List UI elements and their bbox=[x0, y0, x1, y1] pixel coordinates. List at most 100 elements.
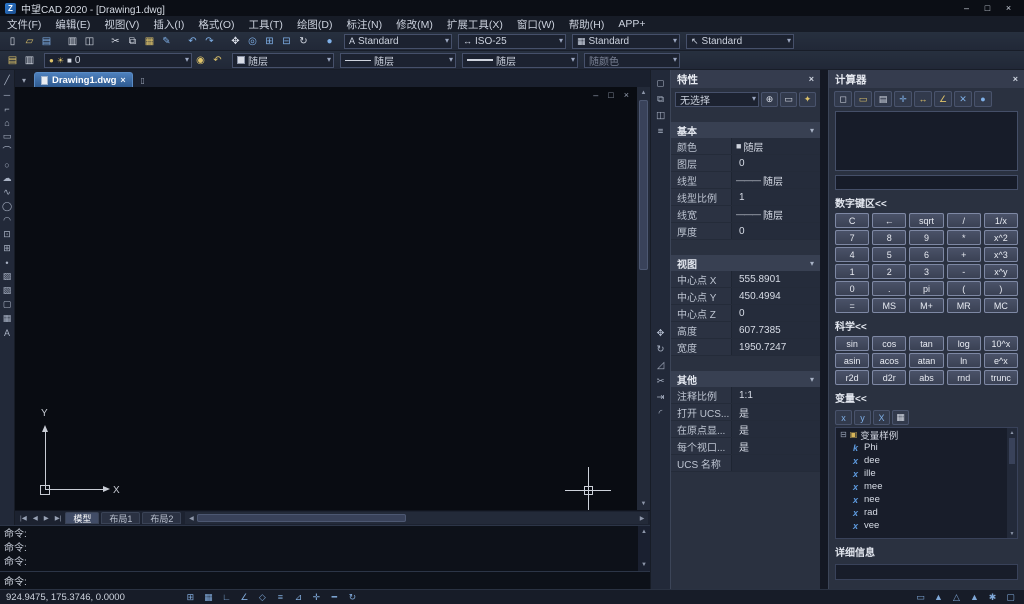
scroll-right-icon[interactable]: ▶ bbox=[636, 512, 648, 524]
calc-sci-key[interactable]: sin bbox=[835, 336, 870, 351]
vertical-scroll-thumb[interactable] bbox=[639, 100, 648, 270]
hatch-tool-icon[interactable]: ▨ bbox=[1, 270, 14, 283]
variable-item[interactable]: x rad bbox=[836, 506, 1017, 519]
layer-select[interactable]: ● ☀ ■ 0 bbox=[44, 52, 192, 68]
property-value[interactable]: ——— 随层 bbox=[731, 206, 820, 222]
calc-key[interactable]: 0 bbox=[835, 281, 870, 296]
new-variable-icon[interactable]: x bbox=[835, 410, 852, 425]
property-value[interactable]: ■ 随层 bbox=[731, 138, 820, 154]
menu-modify[interactable]: 修改(M) bbox=[389, 16, 440, 32]
variables-section-title[interactable]: 变量<< bbox=[829, 385, 1024, 408]
calc-sci-key[interactable]: ln bbox=[946, 353, 981, 368]
calc-key[interactable]: 1 bbox=[835, 264, 870, 279]
annotation-scale-icon[interactable]: ▲ bbox=[931, 591, 946, 603]
calc-key[interactable]: 3 bbox=[909, 264, 944, 279]
distance-icon[interactable]: ↔ bbox=[914, 91, 932, 107]
variable-item[interactable]: x dee bbox=[836, 454, 1017, 467]
extend-tool-icon[interactable]: ⇥ bbox=[653, 390, 668, 405]
variable-item[interactable]: x ille bbox=[836, 467, 1017, 480]
variables-scrollbar[interactable]: ▲ ▼ bbox=[1007, 428, 1017, 538]
calc-key[interactable]: ( bbox=[946, 281, 981, 296]
make-layer-current-icon[interactable]: ◉ bbox=[192, 53, 209, 68]
calc-key[interactable]: * bbox=[946, 230, 981, 245]
property-value[interactable]: 是 bbox=[731, 404, 820, 420]
color-select[interactable]: 随层 bbox=[232, 52, 334, 68]
calc-sci-key[interactable]: 10^x bbox=[983, 336, 1018, 351]
calc-key[interactable]: ) bbox=[983, 281, 1018, 296]
calc-help-icon[interactable]: ● bbox=[974, 91, 992, 107]
calc-key[interactable]: sqrt bbox=[909, 213, 944, 228]
workspace-icon[interactable]: ✱ bbox=[985, 591, 1000, 603]
section-header[interactable]: 视图 ▾ bbox=[671, 255, 820, 271]
calc-key[interactable]: x^3 bbox=[983, 247, 1018, 262]
variable-item[interactable]: x mee bbox=[836, 480, 1017, 493]
tab-model[interactable]: 模型 bbox=[65, 512, 100, 524]
property-value[interactable]: 450.4994 bbox=[731, 288, 820, 304]
scroll-up-icon[interactable]: ▲ bbox=[1007, 428, 1017, 437]
calc-key[interactable]: 9 bbox=[909, 230, 944, 245]
delete-variable-icon[interactable]: ▦ bbox=[892, 410, 909, 425]
section-header[interactable]: 基本 ▾ bbox=[671, 122, 820, 138]
polyline-tool-icon[interactable]: ⌐ bbox=[1, 102, 14, 115]
document-close-icon[interactable] bbox=[624, 90, 629, 100]
save-icon[interactable]: ▤ bbox=[38, 34, 55, 49]
scroll-down-icon[interactable]: ▼ bbox=[638, 559, 650, 571]
menu-file[interactable]: 文件(F) bbox=[0, 16, 48, 32]
menu-dimension[interactable]: 标注(N) bbox=[340, 16, 390, 32]
window-maximize-icon[interactable] bbox=[977, 2, 998, 15]
command-scrollbar[interactable]: ▲ ▼ bbox=[638, 526, 650, 571]
calc-key[interactable]: + bbox=[946, 247, 981, 262]
mtext-tool-icon[interactable]: A bbox=[1, 326, 14, 339]
rotate-tool-icon[interactable]: ↻ bbox=[653, 342, 668, 357]
help-icon[interactable]: ● bbox=[321, 34, 338, 49]
property-value[interactable]: 555.8901 bbox=[731, 271, 820, 287]
document-minimize-icon[interactable] bbox=[593, 90, 598, 100]
document-tab-close-icon[interactable] bbox=[120, 75, 125, 85]
calc-key[interactable]: pi bbox=[909, 281, 944, 296]
polygon-tool-icon[interactable]: ⌂ bbox=[1, 116, 14, 129]
linetype-select[interactable]: 随层 bbox=[340, 52, 456, 68]
calc-key[interactable]: 2 bbox=[872, 264, 907, 279]
select-objects-icon[interactable]: ▭ bbox=[780, 92, 797, 107]
calculator-input[interactable] bbox=[835, 175, 1018, 190]
match-properties-icon[interactable]: ✎ bbox=[158, 34, 175, 49]
plot-icon[interactable]: ▥ bbox=[64, 34, 81, 49]
erase-tool-icon[interactable]: ◻ bbox=[653, 76, 668, 91]
window-close-icon[interactable] bbox=[998, 2, 1019, 15]
menu-window[interactable]: 窗口(W) bbox=[510, 16, 562, 32]
calc-key[interactable]: x^2 bbox=[983, 230, 1018, 245]
menu-help[interactable]: 帮助(H) bbox=[562, 16, 612, 32]
layer-manager-icon[interactable]: ▤ bbox=[4, 53, 21, 68]
calc-key[interactable]: 6 bbox=[909, 247, 944, 262]
move-tool-icon[interactable]: ✥ bbox=[653, 326, 668, 341]
properties-panel-close-icon[interactable] bbox=[809, 74, 814, 84]
menu-express-tools[interactable]: 扩展工具(X) bbox=[440, 16, 510, 32]
ellipse-arc-tool-icon[interactable]: ◠ bbox=[1, 214, 14, 227]
snap-icon[interactable]: ⊞ bbox=[183, 591, 198, 603]
calc-sci-key[interactable]: abs bbox=[909, 370, 944, 385]
insert-block-tool-icon[interactable]: ⊡ bbox=[1, 228, 14, 241]
trim-tool-icon[interactable]: ✂ bbox=[653, 374, 668, 389]
calc-key[interactable]: 4 bbox=[835, 247, 870, 262]
tab-layout2[interactable]: 布局2 bbox=[142, 512, 182, 524]
calc-sci-key[interactable]: rnd bbox=[946, 370, 981, 385]
calc-key[interactable]: / bbox=[946, 213, 981, 228]
point-tool-icon[interactable]: • bbox=[1, 256, 14, 269]
new-category-icon[interactable]: y bbox=[854, 410, 871, 425]
calc-key[interactable]: 8 bbox=[872, 230, 907, 245]
copy-tool-icon[interactable]: ⧉ bbox=[653, 92, 668, 107]
polar-icon[interactable]: ∠ bbox=[237, 591, 252, 603]
grid-icon[interactable]: ▦ bbox=[201, 591, 216, 603]
clear-icon[interactable]: ◻ bbox=[834, 91, 852, 107]
mleader-style-select[interactable]: ↖ Standard bbox=[686, 33, 794, 49]
document-tab[interactable]: Drawing1.dwg bbox=[34, 72, 133, 87]
model-paper-toggle-icon[interactable]: ▭ bbox=[913, 591, 928, 603]
new-drawing-tab-icon[interactable]: ▯ bbox=[136, 73, 150, 87]
calc-key[interactable]: MR bbox=[946, 298, 981, 313]
offset-tool-icon[interactable]: ≡ bbox=[653, 124, 668, 139]
menu-view[interactable]: 视图(V) bbox=[97, 16, 146, 32]
menu-insert[interactable]: 插入(I) bbox=[146, 16, 191, 32]
calc-sci-key[interactable]: tan bbox=[909, 336, 944, 351]
menu-app[interactable]: APP+ bbox=[611, 16, 652, 32]
pan-icon[interactable]: ✥ bbox=[227, 34, 244, 49]
